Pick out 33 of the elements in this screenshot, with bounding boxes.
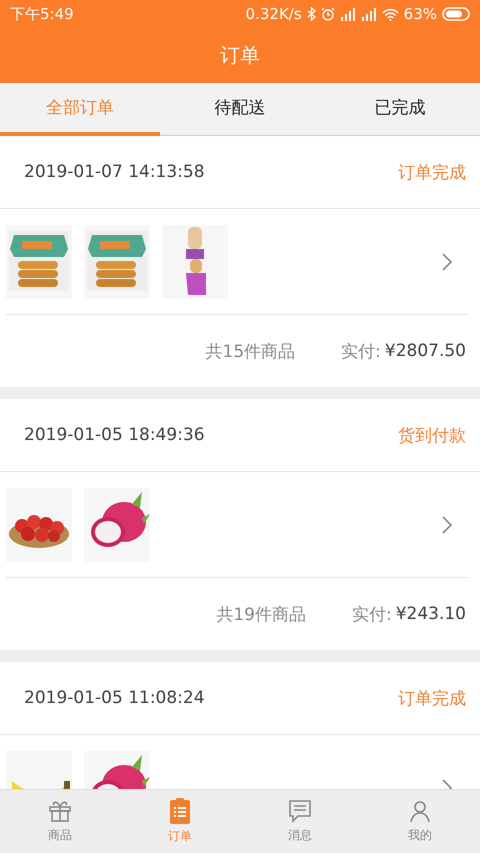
item-count: 共19件商品 [216, 604, 306, 626]
paid-label: 实付: [341, 340, 381, 362]
tab[interactable]: 待配送 [160, 83, 320, 136]
battery-icon [442, 7, 470, 21]
order-status: 订单完成 [398, 688, 466, 710]
order-date: 2019-01-07 14:13:58 [24, 162, 205, 182]
order-card[interactable]: 2019-01-05 11:08:24 订单完成 [0, 662, 480, 789]
order-card[interactable]: 2019-01-07 14:13:58 订单完成 共15件商品 实付: ¥2807.50 [0, 136, 480, 387]
order-status: 订单完成 [398, 162, 466, 184]
paid-label: 实付: [352, 604, 392, 626]
page-title: 订单 [220, 42, 260, 69]
chevron-right-icon[interactable] [442, 252, 452, 270]
wifi-icon [382, 8, 399, 20]
order-status: 货到付款 [398, 424, 466, 446]
paid-amount: ¥2807.50 [384, 341, 466, 361]
bluetooth-icon [306, 7, 316, 21]
order-date: 2019-01-05 18:49:36 [24, 425, 205, 445]
tab[interactable]: 已完成 [320, 83, 480, 136]
chevron-right-icon[interactable] [442, 516, 452, 534]
paid-amount: ¥243.10 [396, 604, 466, 624]
message-icon [288, 799, 312, 823]
battery-percent: 63% [404, 5, 437, 23]
item-count: 共15件商品 [206, 340, 296, 362]
order-card[interactable]: 2019-01-05 18:49:36 货到付款 共19件商品 实付: ¥243.10 [0, 399, 480, 650]
person-icon [408, 799, 432, 823]
network-speed: 0.32K/s [246, 5, 302, 23]
signal-icon [340, 8, 356, 20]
order-list-icon [169, 798, 191, 824]
alarm-icon [320, 7, 335, 21]
signal-icon [360, 8, 377, 20]
status-time: 下午5:49 [10, 4, 74, 24]
order-date: 2019-01-05 11:08:24 [24, 688, 205, 708]
gift-icon [48, 799, 72, 823]
